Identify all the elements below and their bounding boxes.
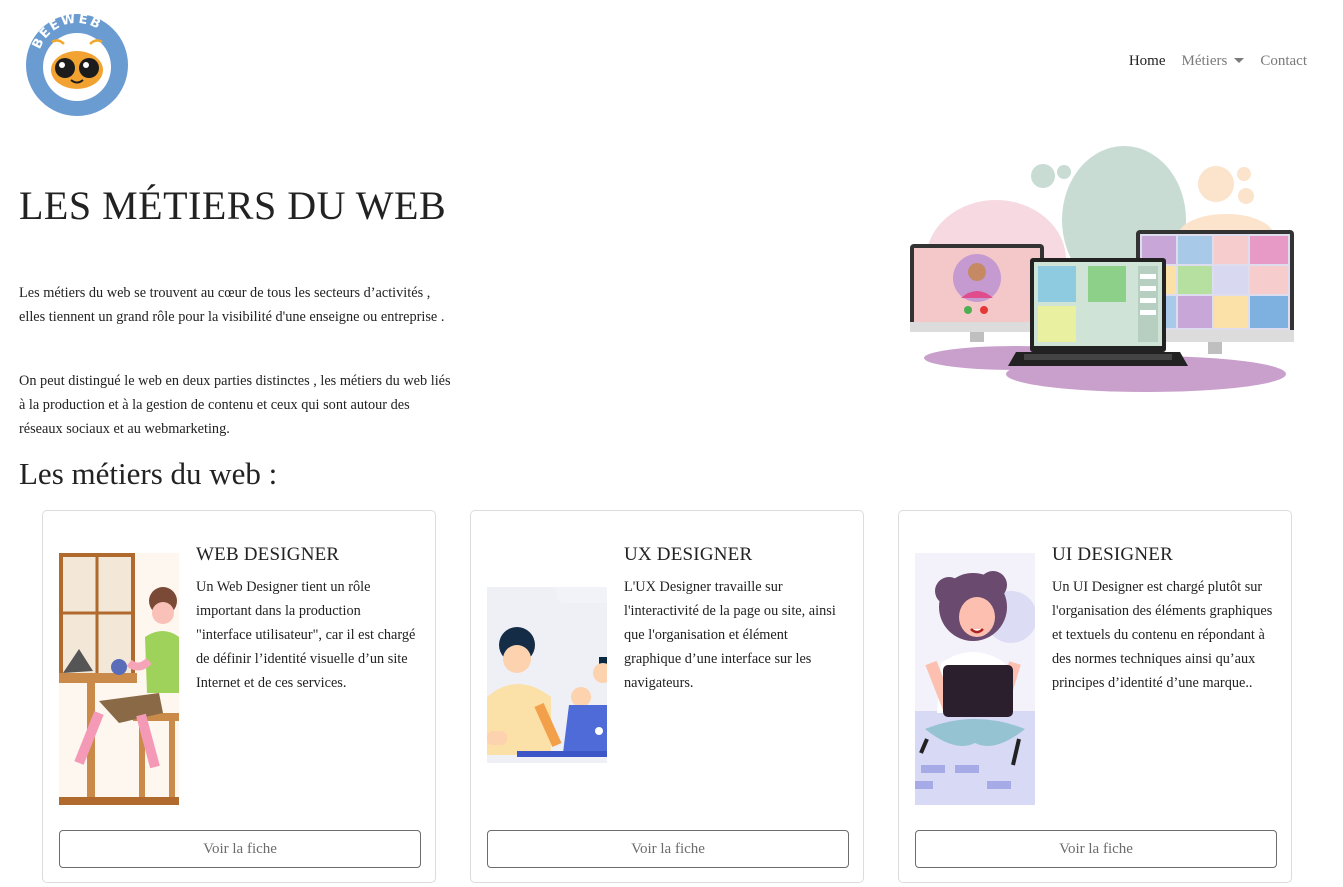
- card-ux-designer: UX DESIGNER L'UX Designer travaille sur …: [470, 510, 864, 883]
- ux-designer-illustration: [487, 553, 613, 805]
- section-title: Les métiers du web :: [19, 456, 278, 491]
- main-nav: Home Métiers Contact: [1129, 53, 1307, 70]
- page-title: LES MÉTIERS DU WEB: [19, 183, 447, 228]
- nav-home-link[interactable]: Home: [1129, 53, 1166, 70]
- nav-metiers-label: Métiers: [1181, 53, 1228, 69]
- card-title: UX DESIGNER: [624, 544, 753, 565]
- card-title: UI DESIGNER: [1052, 544, 1173, 565]
- bee-logo-icon: BEEWEB: [26, 11, 128, 116]
- voir-la-fiche-button[interactable]: Voir la fiche: [915, 830, 1277, 868]
- voir-la-fiche-button[interactable]: Voir la fiche: [487, 830, 849, 868]
- card-title: WEB DESIGNER: [196, 544, 340, 565]
- intro-paragraph-1: Les métiers du web se trouvent au cœur d…: [19, 285, 445, 325]
- caret-down-icon: [1234, 58, 1245, 63]
- nav-contact-link[interactable]: Contact: [1260, 53, 1307, 70]
- intro-paragraph-2: On peut distingué le web en deux parties…: [19, 373, 451, 437]
- web-designer-illustration: [59, 553, 179, 805]
- ui-designer-illustration: [915, 553, 1037, 805]
- card-text: L'UX Designer travaille sur l'interactiv…: [624, 579, 836, 691]
- nav-metiers-dropdown[interactable]: Métiers: [1182, 53, 1245, 70]
- card-text: Un Web Designer tient un rôle important …: [196, 579, 416, 691]
- card-text: Un UI Designer est chargé plutôt sur l'o…: [1052, 579, 1273, 691]
- voir-la-fiche-button[interactable]: Voir la fiche: [59, 830, 421, 868]
- card-ui-designer: UI DESIGNER Un UI Designer est chargé pl…: [898, 510, 1292, 883]
- logo[interactable]: BEEWEB: [24, 11, 130, 118]
- hero-illustration: [906, 140, 1298, 396]
- card-web-designer: WEB DESIGNER Un Web Designer tient un rô…: [42, 510, 436, 883]
